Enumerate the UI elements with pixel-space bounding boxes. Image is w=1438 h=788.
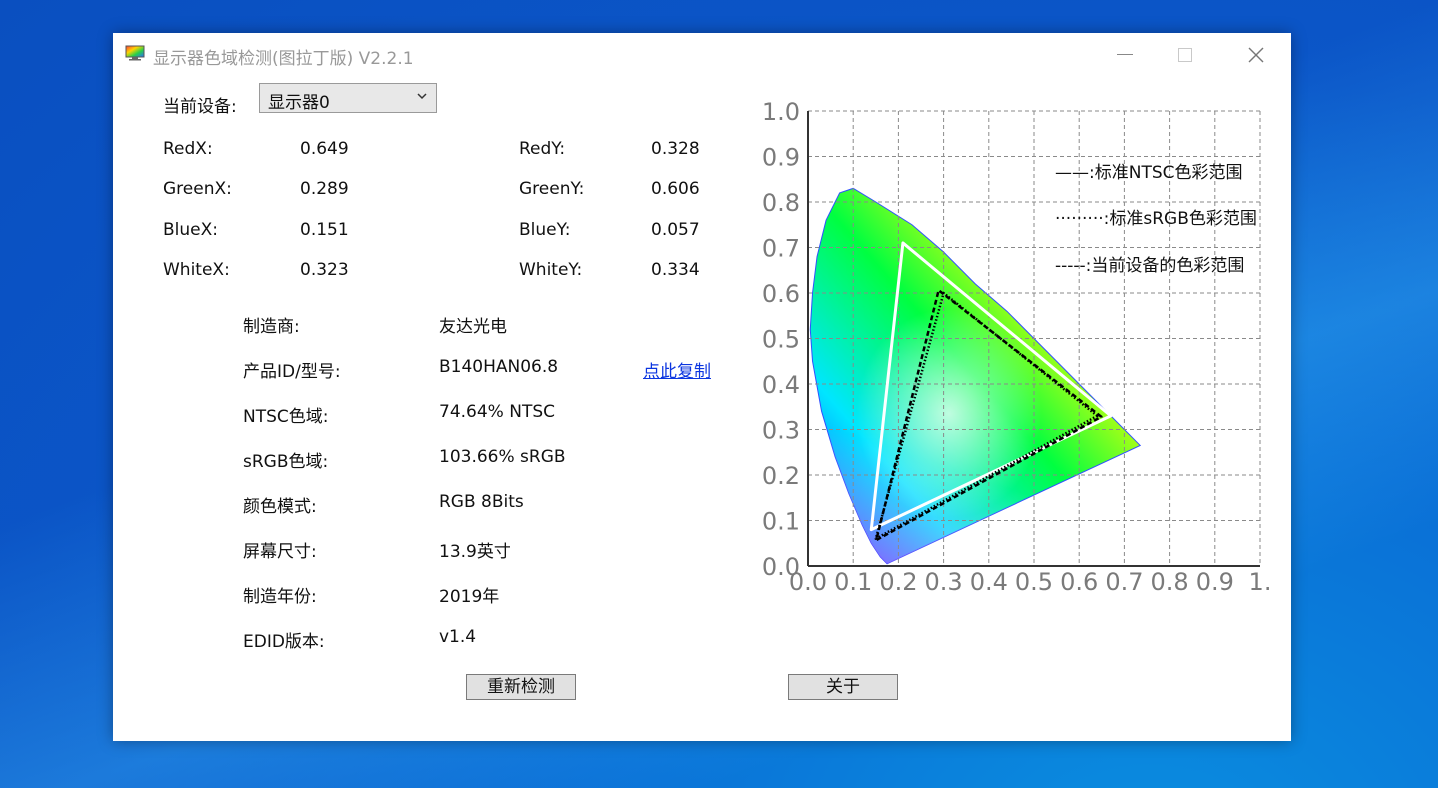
x-tick-label: 0.1 bbox=[834, 568, 872, 593]
blue-x-label: BlueX: bbox=[163, 220, 218, 240]
x-tick-label: 0.2 bbox=[879, 568, 917, 593]
red-y-value: 0.328 bbox=[651, 139, 700, 159]
manufacture-year-label: 制造年份: bbox=[243, 587, 317, 607]
y-tick-label: 1.0 bbox=[762, 98, 800, 126]
srgb-gamut-value: 103.66% sRGB bbox=[439, 447, 566, 467]
manufacturer-value: 友达光电 bbox=[439, 317, 507, 337]
copy-link[interactable]: 点此复制 bbox=[643, 357, 711, 382]
green-y-label: GreenY: bbox=[519, 179, 585, 199]
y-tick-label: 0.1 bbox=[762, 508, 800, 536]
legend-entry: ——:标准NTSC色彩范围 bbox=[1055, 163, 1243, 183]
y-tick-label: 0.9 bbox=[762, 144, 800, 172]
y-tick-label: 0.6 bbox=[762, 280, 800, 308]
maximize-button[interactable] bbox=[1162, 33, 1208, 77]
x-tick-label: 0.7 bbox=[1105, 568, 1143, 593]
redetect-button[interactable]: 重新检测 bbox=[466, 674, 576, 700]
green-x-value: 0.289 bbox=[300, 179, 349, 199]
x-tick-label: 0.5 bbox=[1015, 568, 1053, 593]
x-tick-label: 0.3 bbox=[925, 568, 963, 593]
cie-chromaticity-chart: 0.00.10.20.30.40.50.60.70.80.91.00.0 0.1 0… bbox=[762, 98, 1272, 593]
x-tick-label: 0.9 bbox=[1196, 568, 1234, 593]
edid-version-value: v1.4 bbox=[439, 627, 477, 647]
blue-y-label: BlueY: bbox=[519, 220, 571, 240]
white-y-label: WhiteY: bbox=[519, 260, 583, 280]
device-label: 当前设备: bbox=[163, 97, 237, 117]
device-select-value: 显示器0 bbox=[268, 93, 330, 113]
minimize-button[interactable] bbox=[1102, 33, 1148, 77]
maximize-icon bbox=[1178, 48, 1192, 62]
red-x-label: RedX: bbox=[163, 139, 213, 159]
white-y-value: 0.334 bbox=[651, 260, 700, 280]
y-tick-label: 0.8 bbox=[762, 189, 800, 217]
y-tick-label: 0.4 bbox=[762, 371, 800, 399]
monitor-icon bbox=[125, 45, 145, 61]
y-tick-label: 0.3 bbox=[762, 417, 800, 445]
y-tick-label: 0.5 bbox=[762, 326, 800, 354]
x-tick-label: 1. bbox=[1249, 568, 1272, 593]
device-select[interactable]: 显示器0 bbox=[259, 83, 437, 113]
title-bar[interactable]: 显示器色域检测(图拉丁版) V2.2.1 bbox=[113, 33, 1291, 77]
ntsc-gamut-label: NTSC色域: bbox=[243, 407, 329, 427]
x-tick-label: 0.8 bbox=[1151, 568, 1189, 593]
y-tick-label: 0.7 bbox=[762, 235, 800, 263]
minimize-icon bbox=[1117, 54, 1133, 55]
ntsc-gamut-value: 74.64% NTSC bbox=[439, 402, 555, 422]
red-y-label: RedY: bbox=[519, 139, 566, 159]
green-y-value: 0.606 bbox=[651, 179, 700, 199]
srgb-gamut-label: sRGB色域: bbox=[243, 452, 329, 472]
spectral-locus-white-point-shade bbox=[810, 188, 1141, 564]
white-x-value: 0.323 bbox=[300, 260, 349, 280]
screen-size-label: 屏幕尺寸: bbox=[243, 542, 317, 562]
green-x-label: GreenX: bbox=[163, 179, 232, 199]
manufacturer-label: 制造商: bbox=[243, 317, 300, 337]
x-tick-label: 0.6 bbox=[1060, 568, 1098, 593]
legend-entry: ·········:标准sRGB色彩范围 bbox=[1055, 209, 1257, 229]
color-mode-value: RGB 8Bits bbox=[439, 492, 524, 512]
product-id-label: 产品ID/型号: bbox=[243, 362, 341, 382]
window-title: 显示器色域检测(图拉丁版) V2.2.1 bbox=[153, 49, 414, 69]
product-id-value: B140HAN06.8 bbox=[439, 357, 559, 377]
blue-x-value: 0.151 bbox=[300, 220, 349, 240]
chevron-down-icon bbox=[417, 93, 427, 100]
x-tick-label: 0.0 bbox=[789, 568, 827, 593]
close-icon bbox=[1248, 47, 1264, 63]
about-button[interactable]: 关于 bbox=[788, 674, 898, 700]
blue-y-value: 0.057 bbox=[651, 220, 700, 240]
legend-entry: -----:当前设备的色彩范围 bbox=[1055, 256, 1244, 276]
manufacture-year-value: 2019年 bbox=[439, 587, 500, 607]
white-x-label: WhiteX: bbox=[163, 260, 230, 280]
screen-size-value: 13.9英寸 bbox=[439, 542, 511, 562]
y-tick-label: 0.2 bbox=[762, 462, 800, 490]
edid-version-label: EDID版本: bbox=[243, 632, 325, 652]
app-window: 显示器色域检测(图拉丁版) V2.2.1 当前设备: 显示器0 RedX: 0.… bbox=[113, 33, 1291, 741]
x-tick-label: 0.4 bbox=[970, 568, 1008, 593]
close-button[interactable] bbox=[1233, 33, 1279, 77]
red-x-value: 0.649 bbox=[300, 139, 349, 159]
color-mode-label: 颜色模式: bbox=[243, 497, 317, 517]
